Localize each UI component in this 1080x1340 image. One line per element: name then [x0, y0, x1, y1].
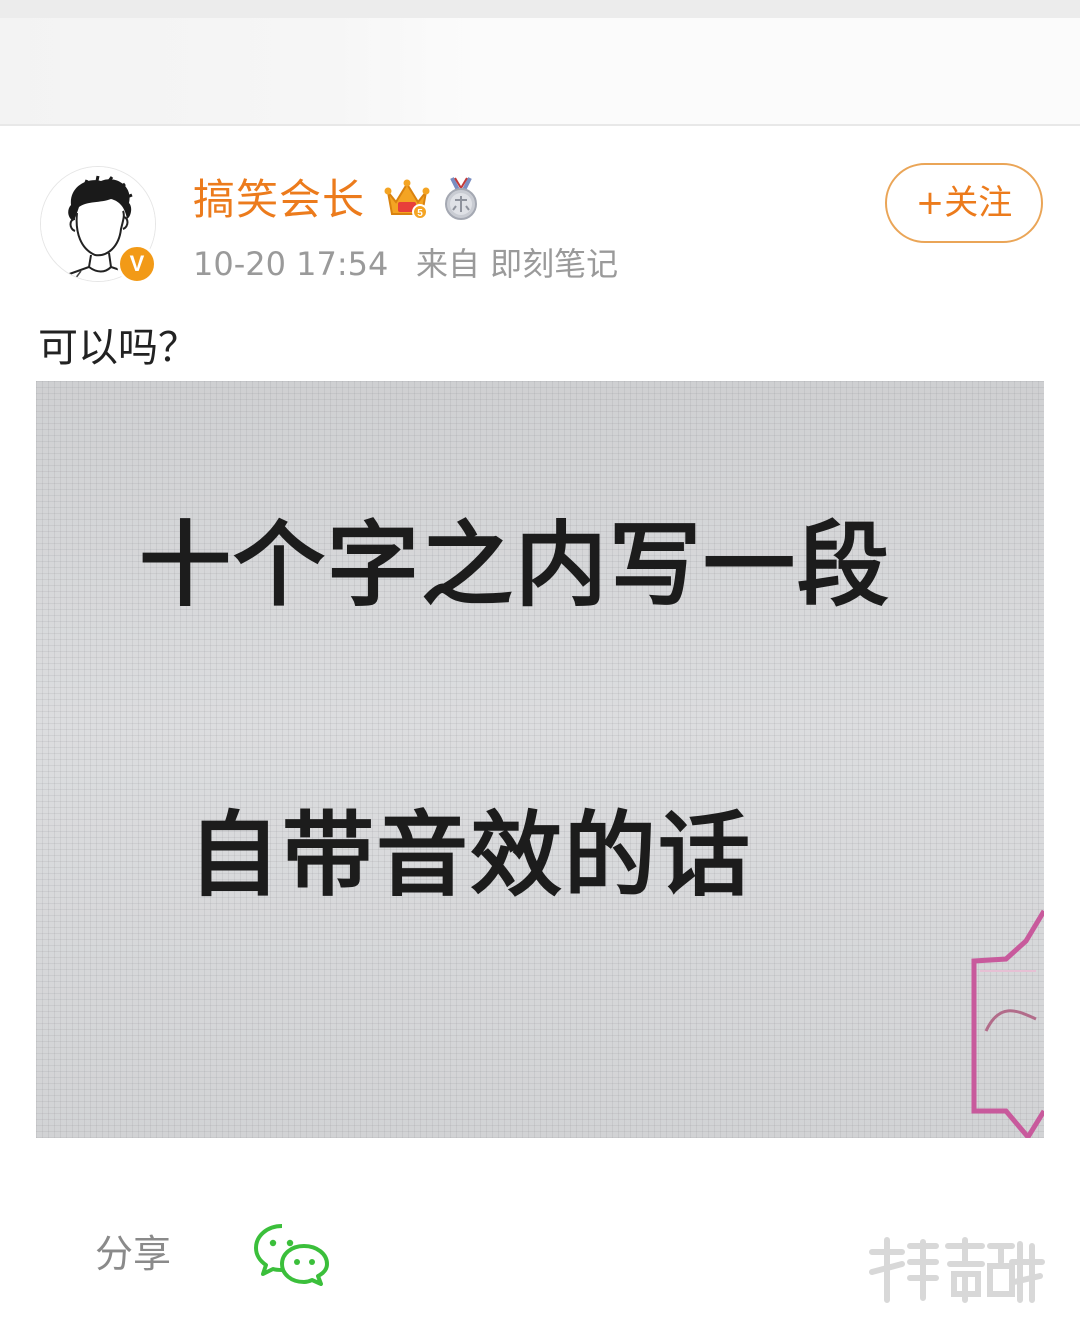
crown-icon[interactable]: 5	[384, 178, 430, 220]
post-source[interactable]: 来自 即刻笔记	[416, 243, 618, 285]
username[interactable]: 搞笑会长	[193, 174, 365, 226]
post-text: 可以吗？	[38, 325, 198, 371]
top-bar	[0, 18, 1080, 124]
post-timestamp: 10-20 17:54	[193, 245, 389, 283]
medal-icon[interactable]	[442, 176, 480, 222]
post-image[interactable]: 十个字之内写一段 自带音效的话	[36, 381, 1044, 1138]
image-text-line-2: 自带音效的话	[187, 802, 752, 909]
share-label: 分享	[95, 1232, 172, 1276]
blurred-region	[0, 18, 470, 124]
speech-bubble-decoration	[971, 909, 1044, 1138]
divider	[0, 124, 1080, 126]
verified-badge: V	[117, 244, 157, 284]
page: V 搞笑会长 5 10-20 17:54 来自 即刻笔记 +关注 可以吗？ 十个…	[0, 0, 1080, 1340]
svg-text:5: 5	[417, 208, 423, 219]
wechat-icon[interactable]	[254, 1222, 330, 1286]
watermark-logo	[869, 1237, 1045, 1303]
follow-button[interactable]: +关注	[885, 163, 1043, 243]
image-text-line-1: 十个字之内写一段	[138, 512, 891, 619]
status-strip	[0, 0, 1080, 18]
